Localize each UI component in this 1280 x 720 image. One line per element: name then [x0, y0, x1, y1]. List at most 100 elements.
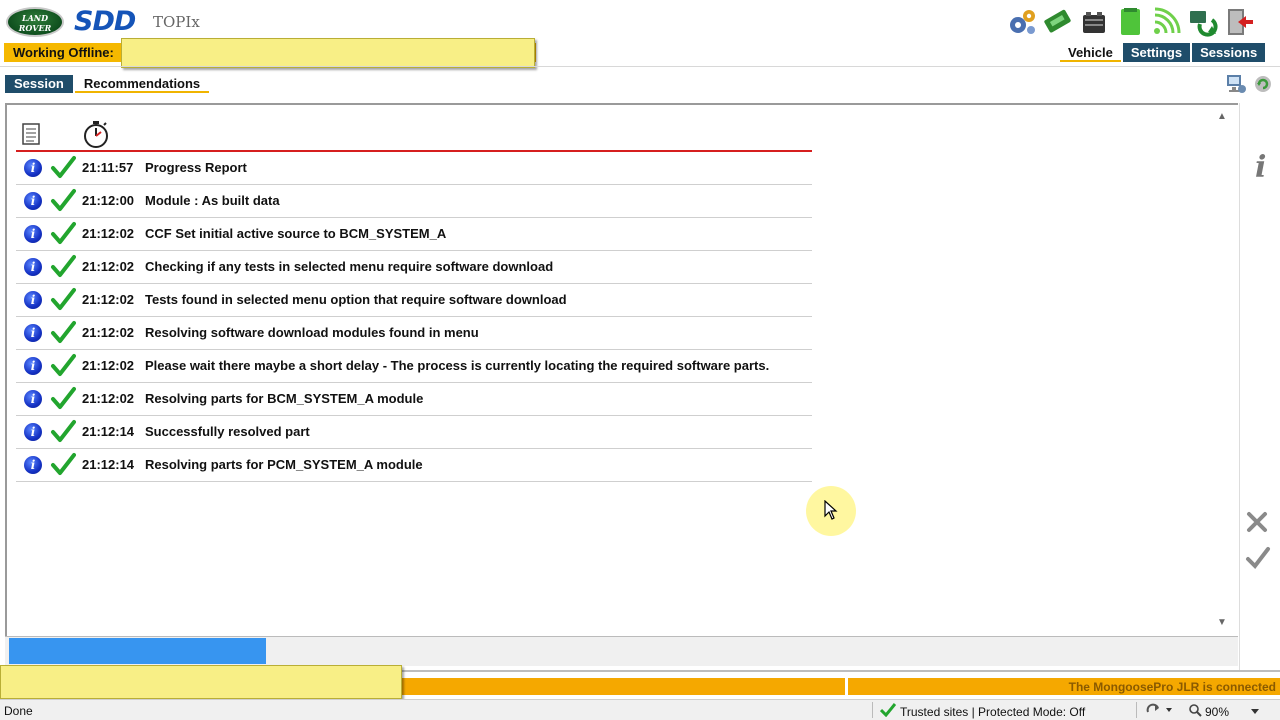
log-time: 21:11:57 [82, 160, 134, 175]
info-icon[interactable]: i [24, 258, 42, 276]
mouse-pointer-icon [824, 499, 838, 523]
log-row: i 21:12:02 Resolving software download mod… [16, 317, 812, 350]
check-icon [50, 155, 76, 181]
info-icon[interactable]: i [24, 159, 42, 177]
check-icon [50, 221, 76, 247]
log-time: 21:12:02 [82, 325, 135, 340]
battery-icon[interactable] [1078, 6, 1110, 38]
log-time: 21:12:14 [82, 457, 135, 472]
tab-session[interactable]: Session [5, 75, 73, 93]
scroll-down-arrow-icon[interactable]: ▼ [1217, 617, 1227, 628]
tab-settings[interactable]: Settings [1122, 43, 1191, 62]
check-icon [50, 353, 76, 379]
right-action-column: i [1239, 103, 1280, 670]
security-zone[interactable]: Trusted sites | Protected Mode: Off [879, 703, 1086, 720]
log-message: Module : As built data [145, 193, 280, 208]
log-message: Please wait there maybe a short delay - … [145, 358, 770, 373]
app-subtitle: TOPIx [153, 13, 200, 31]
check-icon [50, 188, 76, 214]
check-icon [50, 419, 76, 445]
document-icon [22, 123, 40, 148]
log-message: Checking if any tests in selected menu r… [145, 259, 554, 274]
log-message: Successfully resolved part [145, 424, 310, 439]
log-message: Resolving software download modules foun… [145, 325, 479, 340]
scroll-up-arrow-icon[interactable]: ▲ [1217, 111, 1227, 122]
log-time: 21:12:02 [82, 259, 135, 274]
log-time: 21:12:02 [82, 292, 135, 307]
log-row: i 21:12:00 Module : As built data [16, 185, 812, 218]
sub-icons [1224, 72, 1272, 99]
tab-recommendations[interactable]: Recommendations [74, 75, 210, 93]
info-icon[interactable]: i [24, 456, 42, 474]
log-message: Resolving parts for PCM_SYSTEM_A module [145, 457, 423, 472]
log-row: i 21:12:14 Successfully resolved part [16, 416, 812, 449]
info-icon[interactable]: i [24, 225, 42, 243]
log-scrollbar[interactable]: ▲ ▼ [1211, 107, 1233, 634]
protected-mode-icon[interactable] [1145, 702, 1175, 720]
log-row: i 21:12:02 Resolving parts for BCM_SYSTEM_… [16, 383, 812, 416]
info-icon[interactable]: i [24, 324, 42, 342]
tab-vehicle[interactable]: Vehicle [1060, 43, 1121, 62]
progress-bar [5, 636, 1238, 666]
status-divider [1136, 702, 1137, 718]
status-divider [872, 702, 873, 718]
log-message: Tests found in selected menu option that… [145, 292, 567, 307]
info-icon[interactable]: i [24, 390, 42, 408]
log-message: CCF Set initial active source to BCM_SYS… [145, 226, 447, 241]
log-row: i 21:12:02 Tests found in selected menu op… [16, 284, 812, 317]
log-time: 21:12:14 [82, 424, 135, 439]
log-row: i 21:12:02 Checking if any tests in select… [16, 251, 812, 284]
log-list: i 21:11:57 Progress Report i 21:12:00 Module … [16, 152, 812, 482]
connection-strip-divider [845, 678, 848, 695]
log-message: Progress Report [145, 160, 247, 175]
land-rover-logo: LAND ROVER [6, 7, 64, 37]
log-row: i 21:11:57 Progress Report [16, 152, 812, 185]
vehicle-interface-icon[interactable] [1042, 6, 1074, 38]
svg-text:i: i [1255, 150, 1266, 183]
info-icon[interactable]: i [24, 357, 42, 375]
cancel-x-icon[interactable] [1246, 511, 1268, 536]
log-time: 21:12:02 [82, 226, 135, 241]
tab-sessions[interactable]: Sessions [1192, 43, 1266, 62]
offline-value-box [121, 38, 535, 68]
refresh-icon[interactable] [1254, 75, 1272, 96]
trusted-check-icon [879, 703, 897, 720]
check-icon [50, 320, 76, 346]
progress-fill [9, 638, 266, 664]
info-icon[interactable]: i [24, 192, 42, 210]
info-italic-icon[interactable]: i [1252, 149, 1272, 186]
toolbar [1006, 4, 1254, 40]
wireless-signal-icon[interactable] [1150, 6, 1182, 38]
document-green-icon[interactable] [1114, 6, 1146, 38]
zoom-magnifier-icon [1188, 703, 1202, 720]
check-icon [50, 287, 76, 313]
security-zone-text: Trusted sites | Protected Mode: Off [900, 704, 1086, 719]
status-text: Done [4, 704, 33, 718]
zoom-dropdown-icon[interactable] [1250, 705, 1260, 719]
log-time: 21:12:00 [82, 193, 135, 208]
stopwatch-icon [82, 120, 110, 151]
app-name: SDD [74, 6, 136, 37]
sub-tab-row: Session Recommendations [0, 66, 1280, 100]
exit-door-icon[interactable] [1222, 6, 1254, 38]
zoom-control[interactable]: 90% [1188, 703, 1260, 720]
app-header: LAND ROVER SDD TOPIx Working Offline: Ve… [0, 0, 1280, 68]
browser-status-bar: Done Trusted sites | Protected Mode: Off… [0, 699, 1280, 720]
footer-message-box [0, 665, 402, 699]
log-time: 21:12:02 [82, 358, 135, 373]
settings-gears-icon[interactable] [1006, 6, 1038, 38]
log-message: Resolving parts for BCM_SYSTEM_A module [145, 391, 424, 406]
check-icon [50, 452, 76, 478]
zoom-level: 90% [1205, 704, 1230, 719]
log-row: i 21:12:02 Please wait there maybe a short… [16, 350, 812, 383]
network-refresh-icon[interactable] [1186, 6, 1218, 38]
log-time: 21:12:02 [82, 391, 135, 406]
info-icon[interactable]: i [24, 291, 42, 309]
check-icon [50, 254, 76, 280]
info-icon[interactable]: i [24, 423, 42, 441]
confirm-check-icon[interactable] [1245, 545, 1271, 574]
offline-label: Working Offline: [13, 45, 114, 60]
computer-network-icon[interactable] [1224, 72, 1248, 99]
main-tabs: Vehicle Settings Sessions [1060, 43, 1266, 62]
connection-status-text: The MongoosePro JLR is connected [1068, 680, 1276, 694]
